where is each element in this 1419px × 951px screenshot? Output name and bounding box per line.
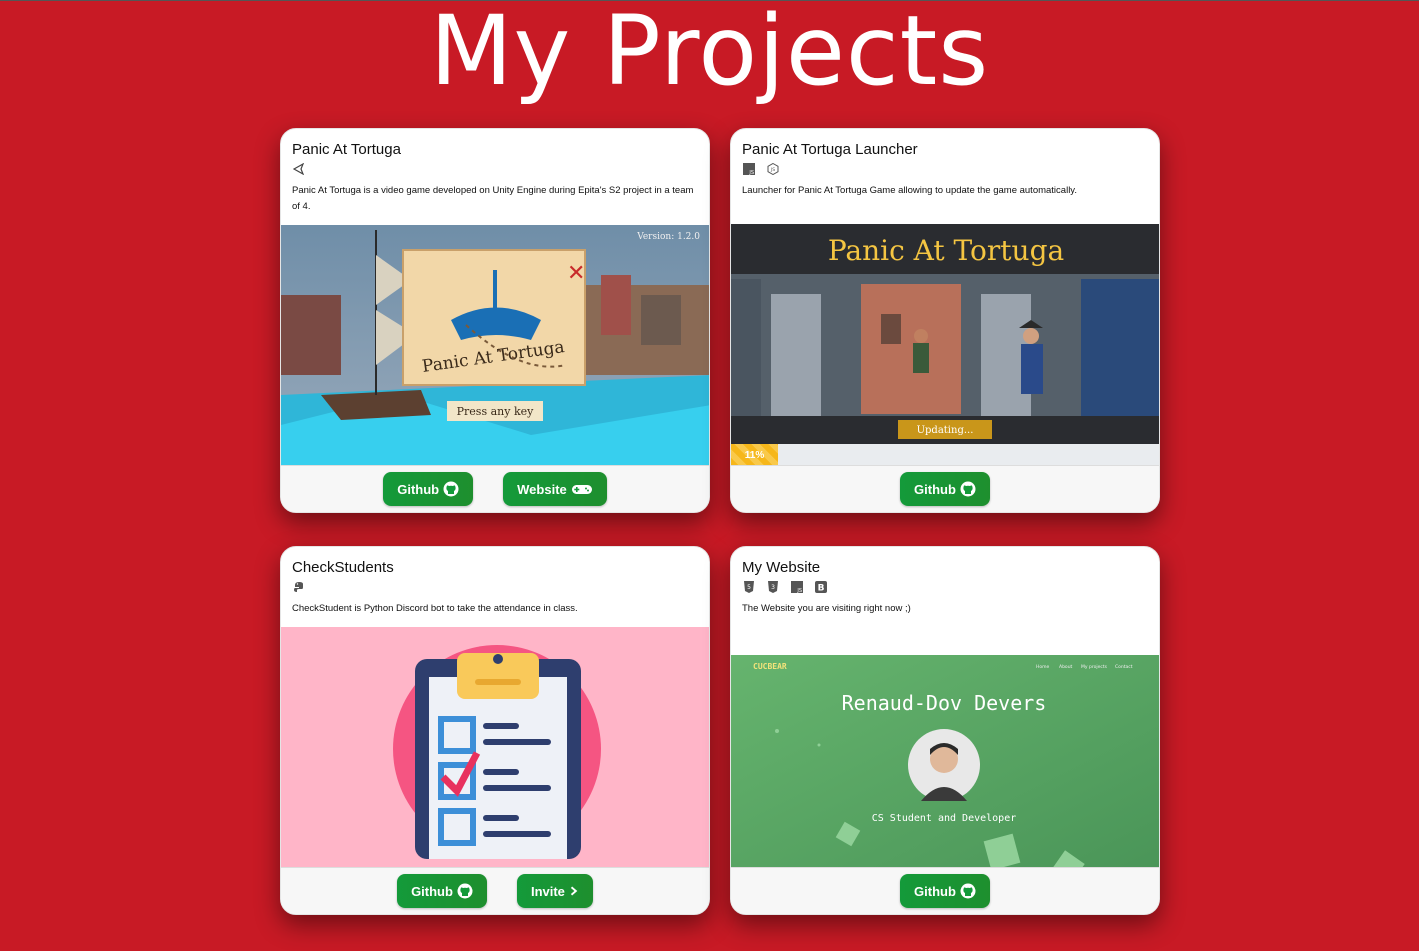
github-icon: [960, 883, 976, 899]
project-card-my-website: My Website 5 3 JS B The Website you are …: [730, 546, 1160, 915]
project-title: My Website: [742, 559, 821, 576]
website-button[interactable]: Website: [503, 472, 607, 506]
github-button[interactable]: Github: [900, 472, 990, 506]
python-icon: [294, 582, 303, 592]
page-title: My Projects: [429, 0, 990, 107]
tech-icons: JS JS: [743, 163, 779, 175]
tech-icons: 5 3 JS B: [743, 581, 827, 593]
svg-text:B: B: [818, 584, 825, 594]
progress-fill: 11%: [731, 444, 779, 466]
project-screenshot: ✕ Panic At Tortuga Press any key Version…: [281, 225, 709, 465]
github-button[interactable]: Github: [900, 874, 990, 908]
updating-text: Updating...: [917, 425, 974, 436]
site-heading: Renaud-Dov Devers: [842, 691, 1047, 715]
github-button[interactable]: Github: [383, 472, 474, 506]
site-nav-home: Home: [1036, 664, 1050, 670]
launcher-banner-text: Panic At Tortuga: [828, 234, 1064, 267]
card-footer: Github Website: [281, 465, 709, 512]
site-subheading: CS Student and Developer: [872, 813, 1017, 824]
javascript-icon: JS: [791, 581, 803, 593]
site-brand: CUCBEAR: [753, 662, 787, 671]
project-screenshot: CUCBEAR Home About My projects Contact R…: [731, 655, 1159, 868]
svg-text:JS: JS: [770, 167, 775, 173]
projects-grid: Panic At Tortuga Panic At Tortuga is a v…: [280, 128, 1160, 928]
project-card-checkstudents: CheckStudents CheckStudent is Python Dis…: [280, 546, 710, 915]
html5-icon: 5: [744, 581, 754, 593]
github-button[interactable]: Github: [397, 874, 487, 908]
svg-text:5: 5: [747, 584, 751, 591]
site-nav-about: About: [1059, 664, 1073, 670]
tech-icons: [293, 581, 305, 593]
project-screenshot: [281, 627, 709, 867]
svg-text:✕: ✕: [567, 261, 585, 286]
project-card-panic-at-tortuga: Panic At Tortuga Panic At Tortuga is a v…: [280, 128, 710, 513]
project-screenshot: Panic At Tortuga Updating... 11%: [731, 224, 1159, 466]
project-description: Launcher for Panic At Tortuga Game allow…: [742, 185, 1077, 196]
gamepad-icon: [571, 485, 592, 494]
site-nav-projects: My projects: [1081, 664, 1108, 670]
svg-text:JS: JS: [748, 170, 754, 175]
project-description: CheckStudent is Python Discord bot to ta…: [292, 603, 578, 614]
javascript-icon: JS: [743, 163, 755, 175]
bootstrap-icon: B: [815, 581, 827, 593]
version-text: Version: 1.2.0: [636, 232, 700, 242]
github-icon: [443, 481, 459, 497]
card-footer: Github: [731, 867, 1159, 914]
svg-text:3: 3: [771, 584, 775, 591]
project-title: Panic At Tortuga Launcher: [742, 141, 918, 158]
update-progress-bar: 11%: [731, 444, 1159, 466]
svg-text:JS: JS: [796, 588, 802, 593]
tech-icons: [293, 163, 305, 175]
card-footer: Github: [731, 465, 1159, 512]
github-icon: [457, 883, 473, 899]
invite-button[interactable]: Invite: [516, 874, 593, 908]
project-description: The Website you are visiting right now ;…: [742, 603, 911, 614]
card-footer: Github Invite: [281, 867, 709, 914]
chevron-right-icon: [570, 886, 578, 896]
unity-icon: [293, 163, 305, 175]
nodejs-icon: JS: [767, 163, 779, 175]
project-title: CheckStudents: [292, 559, 394, 576]
site-nav-contact: Contact: [1115, 664, 1133, 670]
github-icon: [960, 481, 976, 497]
css3-icon: 3: [768, 581, 778, 593]
press-any-key-text: Press any key: [457, 405, 534, 418]
project-description: Panic At Tortuga is a video game develop…: [292, 185, 694, 212]
project-title: Panic At Tortuga: [292, 141, 401, 158]
project-card-launcher: Panic At Tortuga Launcher JS JS Launcher…: [730, 128, 1160, 513]
